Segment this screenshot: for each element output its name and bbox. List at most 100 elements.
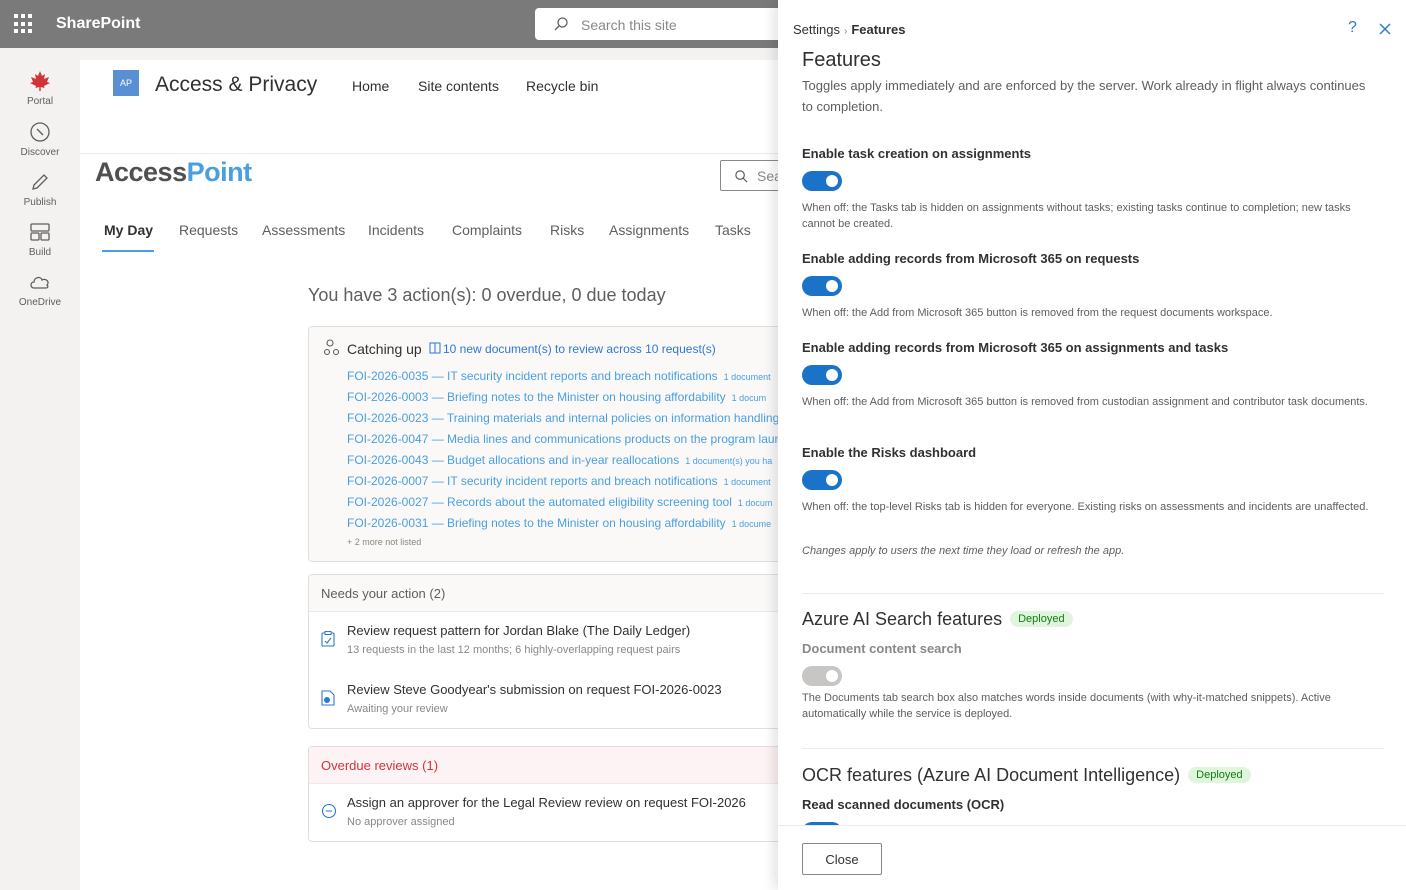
app-tabs: My Day Requests Assessments Incidents Co… xyxy=(80,222,800,254)
action-subtitle: Awaiting your review xyxy=(347,703,448,715)
list-item[interactable]: FOI-2026-0023 — Training materials and i… xyxy=(347,411,787,432)
breadcrumb-settings[interactable]: Settings xyxy=(793,22,840,37)
clipboard-icon xyxy=(321,631,335,647)
appbar-onedrive[interactable]: OneDrive xyxy=(0,271,80,308)
minus-circle-icon xyxy=(321,803,337,819)
app-launcher-icon[interactable] xyxy=(14,14,34,34)
breadcrumb-features: Features xyxy=(851,22,906,37)
request-link[interactable]: FOI-2026-0043 — Budget allocations and i… xyxy=(347,453,679,467)
tab-requests[interactable]: Requests xyxy=(179,222,238,238)
section-divider xyxy=(802,593,1384,594)
ai-search-section-title: Azure AI Search features Deployed xyxy=(802,609,1073,630)
site-nav-site-contents[interactable]: Site contents xyxy=(418,78,499,94)
catching-up-list: FOI-2026-0035 — IT security incident rep… xyxy=(347,369,787,537)
chevron-right-icon: › xyxy=(843,26,848,37)
site-logo[interactable]: AP xyxy=(113,70,139,96)
list-item[interactable]: FOI-2026-0031 — Briefing notes to the Mi… xyxy=(347,516,787,537)
tab-my-day[interactable]: My Day xyxy=(104,222,153,238)
document-count: 1 docume xyxy=(731,519,772,529)
panel-title: Features xyxy=(802,49,881,71)
m365-requests-toggle[interactable] xyxy=(802,276,842,296)
list-item[interactable]: FOI-2026-0003 — Briefing notes to the Mi… xyxy=(347,390,787,411)
accesspoint-logo: AccessPoint xyxy=(95,157,252,188)
active-tab-indicator xyxy=(102,250,154,252)
appbar-portal[interactable]: Portal xyxy=(0,70,80,107)
tab-risks[interactable]: Risks xyxy=(550,222,584,238)
risks-dashboard-toggle[interactable] xyxy=(802,470,842,490)
site-nav-home[interactable]: Home xyxy=(352,78,389,94)
appbar-label: Publish xyxy=(23,197,57,208)
settings-panel: Settings › Features ? Features Toggles app… xyxy=(778,0,1406,890)
blocks-icon xyxy=(30,223,50,241)
setting-m365-assignments: Enable adding records from Microsoft 365… xyxy=(802,340,1382,410)
tab-assignments[interactable]: Assignments xyxy=(609,222,689,238)
main-canvas: AP Access & Privacy Home Site contents R… xyxy=(80,60,800,890)
action-title[interactable]: Review request pattern for Jordan Blake … xyxy=(347,623,690,638)
close-icon[interactable] xyxy=(1378,22,1392,36)
list-item[interactable]: FOI-2026-0027 — Records about the automa… xyxy=(347,495,787,516)
documents-to-review-link[interactable]: 10 new document(s) to review across 10 r… xyxy=(443,342,716,356)
action-item[interactable]: Assign an approver for the Legal Review … xyxy=(309,785,799,841)
appbar-build[interactable]: Build xyxy=(0,221,80,258)
setting-help: When off: the top-level Risks tab is hid… xyxy=(802,501,1369,513)
setting-help: When off: the Add from Microsoft 365 but… xyxy=(802,307,1273,319)
document-count: 1 docum xyxy=(737,498,773,508)
book-icon xyxy=(429,342,441,354)
document-count: 1 document(s) you ha xyxy=(685,456,773,466)
request-link[interactable]: FOI-2026-0027 — Records about the automa… xyxy=(347,495,732,509)
appbar-discover[interactable]: Discover xyxy=(0,121,80,158)
action-subtitle: 13 requests in the last 12 months; 6 hig… xyxy=(347,644,681,656)
needs-action-card: Needs your action (2) Review request pat… xyxy=(308,574,800,729)
appbar-label: OneDrive xyxy=(18,297,62,308)
compass-icon xyxy=(30,122,50,142)
document-check-icon xyxy=(321,690,335,706)
ocr-section-title: OCR features (Azure AI Document Intellig… xyxy=(802,765,1251,786)
maple-leaf-icon xyxy=(30,71,50,91)
list-item[interactable]: FOI-2026-0043 — Budget allocations and i… xyxy=(347,453,787,474)
list-item[interactable]: FOI-2026-0007 — IT security incident rep… xyxy=(347,474,787,495)
request-link[interactable]: FOI-2026-0035 — IT security incident rep… xyxy=(347,369,718,383)
appbar-label: Portal xyxy=(26,96,54,107)
setting-help: When off: the Add from Microsoft 365 but… xyxy=(802,396,1368,408)
site-search-box[interactable]: Search this site xyxy=(535,8,795,40)
setting-label: Enable task creation on assignments xyxy=(802,146,1032,161)
setting-risks-dashboard: Enable the Risks dashboard When off: the… xyxy=(802,445,1382,515)
appbar-publish[interactable]: Publish xyxy=(0,171,80,208)
day-summary: You have 3 action(s): 0 overdue, 0 due t… xyxy=(308,285,666,305)
needs-action-header: Needs your action (2) xyxy=(309,575,799,612)
request-link[interactable]: FOI-2026-0007 — IT security incident rep… xyxy=(347,474,718,488)
request-link[interactable]: FOI-2026-0031 — Briefing notes to the Mi… xyxy=(347,516,726,530)
action-title[interactable]: Review Steve Goodyear's submission on re… xyxy=(347,682,722,697)
search-icon xyxy=(554,17,568,31)
request-link[interactable]: FOI-2026-0023 — Training materials and i… xyxy=(347,411,779,425)
action-subtitle: No approver assigned xyxy=(347,816,455,828)
request-link[interactable]: FOI-2026-0003 — Briefing notes to the Mi… xyxy=(347,390,726,404)
document-count: 1 docum xyxy=(731,393,767,403)
site-nav-recycle-bin[interactable]: Recycle bin xyxy=(526,78,598,94)
tab-complaints[interactable]: Complaints xyxy=(452,222,522,238)
m365-assignments-toggle[interactable] xyxy=(802,365,842,385)
action-item[interactable]: Review Steve Goodyear's submission on re… xyxy=(309,672,799,728)
tab-incidents[interactable]: Incidents xyxy=(368,222,424,238)
list-item[interactable]: FOI-2026-0035 — IT security incident rep… xyxy=(347,369,787,390)
catching-up-card: Catching up 10 new document(s) to review… xyxy=(308,326,800,562)
appbar-label: Build xyxy=(28,247,52,258)
setting-label: Enable adding records from Microsoft 365… xyxy=(802,251,1140,266)
document-count: 1 document xyxy=(723,372,771,382)
site-title[interactable]: Access & Privacy xyxy=(155,73,317,97)
task-creation-toggle[interactable] xyxy=(802,171,842,191)
list-item[interactable]: FOI-2026-0047 — Media lines and communic… xyxy=(347,432,787,453)
setting-m365-requests: Enable adding records from Microsoft 365… xyxy=(802,251,1382,321)
action-title[interactable]: Assign an approver for the Legal Review … xyxy=(347,795,746,810)
tab-tasks[interactable]: Tasks xyxy=(715,222,751,238)
changes-note: Changes apply to users the next time the… xyxy=(802,545,1125,557)
request-link[interactable]: FOI-2026-0047 — Media lines and communic… xyxy=(347,432,781,446)
close-button[interactable]: Close xyxy=(802,843,882,875)
catching-up-header: Catching up 10 new document(s) to review… xyxy=(323,339,716,360)
setting-label: Document content search xyxy=(802,641,962,656)
suite-brand[interactable]: SharePoint xyxy=(56,15,140,33)
tab-assessments[interactable]: Assessments xyxy=(262,222,345,238)
breadcrumb: Settings › Features xyxy=(793,22,906,37)
action-item[interactable]: Review request pattern for Jordan Blake … xyxy=(309,613,799,671)
help-button[interactable]: ? xyxy=(1348,19,1357,37)
